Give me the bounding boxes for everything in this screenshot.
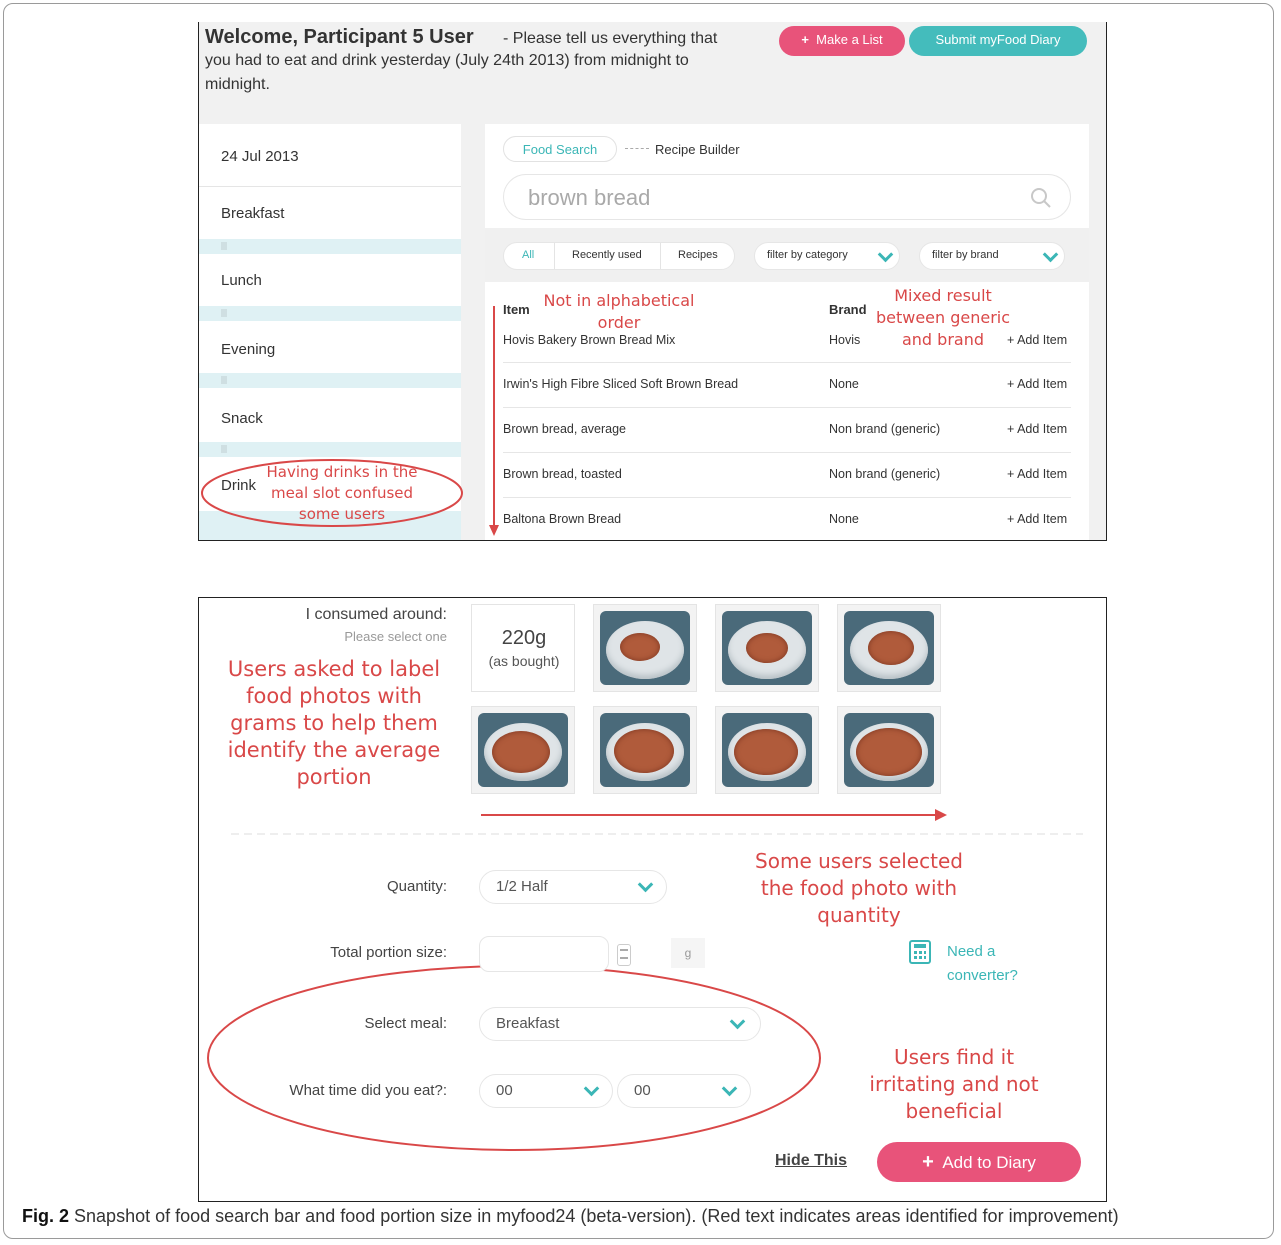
stepper-icon[interactable]	[617, 944, 631, 966]
annotation-line: Having drinks in the	[266, 463, 418, 481]
hour-select[interactable]: 00	[479, 1074, 613, 1108]
annotation-line: order	[597, 313, 641, 332]
minute-select[interactable]: 00	[617, 1074, 751, 1108]
annotation-alphabetical: Not in alphabetical order	[499, 290, 739, 334]
annotation-line: meal slot confused	[270, 484, 414, 502]
annotation-line: and brand	[901, 330, 985, 349]
meal-value: Breakfast	[496, 1015, 560, 1032]
annotation-line: Users find it	[893, 1045, 1015, 1069]
converter-link[interactable]: Need a converter?	[947, 940, 1018, 988]
annotation-line: quantity	[817, 903, 901, 927]
converter-line: converter?	[947, 967, 1018, 984]
annotation-line: Some users selected	[755, 849, 963, 873]
annotation-line: beneficial	[905, 1099, 1003, 1123]
chevron-down-icon	[583, 1080, 600, 1097]
total-portion-input[interactable]	[479, 936, 609, 972]
caption-fig-number: Fig. 2	[22, 1206, 70, 1226]
chevron-down-icon	[729, 1013, 746, 1030]
meal-select[interactable]: Breakfast	[479, 1007, 761, 1041]
hour-value: 00	[496, 1082, 513, 1099]
select-meal-label: Select meal:	[364, 1015, 447, 1032]
converter-line: Need a	[947, 943, 996, 960]
hide-this-link[interactable]: Hide This	[775, 1152, 847, 1170]
figure-caption: Fig. 2 Snapshot of food search bar and f…	[22, 1206, 1119, 1227]
time-label: What time did you eat?:	[289, 1082, 447, 1099]
caption-text: Snapshot of food search bar and food por…	[74, 1206, 1119, 1226]
annotation-line: between generic	[875, 308, 1011, 327]
total-portion-label: Total portion size:	[330, 944, 447, 961]
chevron-down-icon	[721, 1080, 738, 1097]
annotation-mixed-result: Mixed result between generic and brand	[863, 285, 1023, 351]
annotation-line: irritating and not	[869, 1072, 1039, 1096]
annotation-line: Not in alphabetical	[543, 291, 695, 310]
portion-size-panel: I consumed around: Please select one Use…	[198, 597, 1107, 1202]
minute-value: 00	[634, 1082, 651, 1099]
annotation-quantity: Some users selected the food photo with …	[719, 848, 999, 929]
quantity-label: Quantity:	[386, 878, 447, 895]
annotation-drinks: Having drinks in the meal slot confused …	[257, 462, 427, 525]
annotation-line: Mixed result	[894, 286, 992, 305]
quantity-value: 1/2 Half	[496, 878, 548, 895]
annotation-irritating: Users find it irritating and not benefic…	[839, 1044, 1069, 1125]
unit-label: g	[671, 938, 705, 968]
calculator-icon[interactable]	[909, 940, 931, 969]
food-search-panel: Welcome, Participant 5 User - Please tel…	[198, 22, 1107, 541]
annotation-line: the food photo with	[760, 876, 958, 900]
add-to-diary-label: Add to Diary	[942, 1153, 1036, 1172]
annotation-line: some users	[298, 505, 386, 523]
quantity-select[interactable]: 1/2 Half	[479, 870, 667, 904]
add-to-diary-button[interactable]: + Add to Diary	[877, 1142, 1081, 1182]
plus-icon: +	[922, 1151, 934, 1173]
chevron-down-icon	[637, 876, 654, 893]
